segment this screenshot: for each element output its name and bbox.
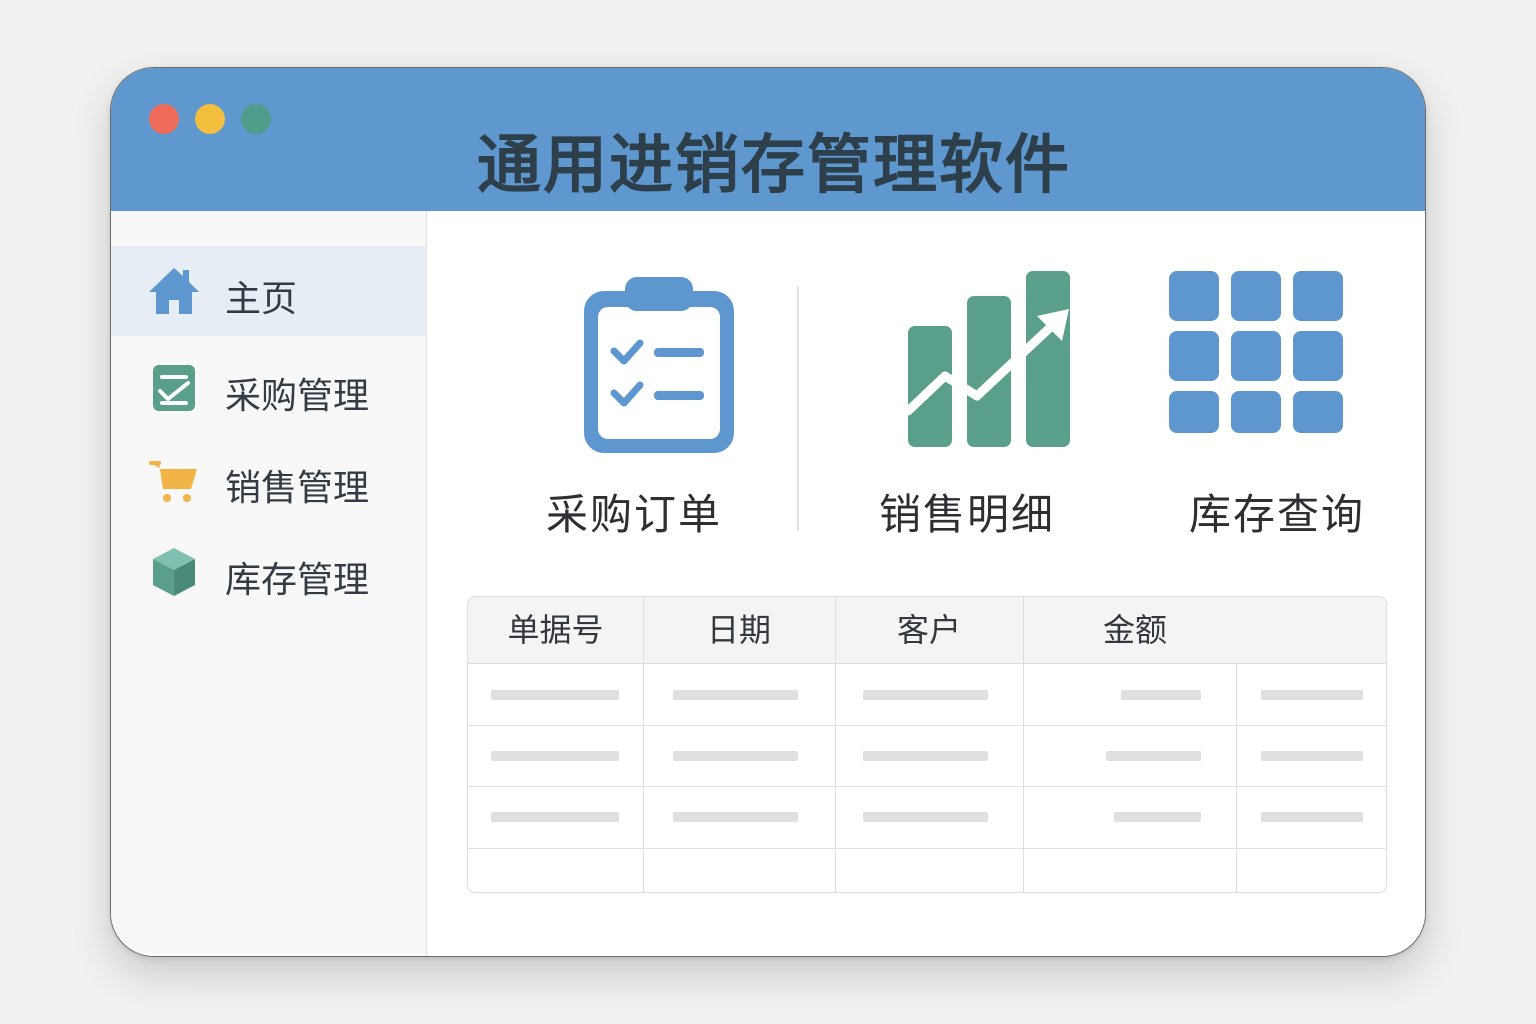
orders-table: 单据号 日期 客户 金额 (467, 596, 1387, 893)
sidebar: 主页 采购管理 销售管理 库存管理 (111, 211, 427, 956)
placeholder-bar (1106, 751, 1201, 761)
placeholder-bar (491, 812, 619, 822)
tile-label: 库存查询 (1188, 490, 1365, 539)
column-header[interactable]: 客户 (835, 597, 1023, 663)
sidebar-item-inventory[interactable]: 库存管理 (111, 527, 426, 617)
tile-inventory-query[interactable]: 库存查询 (1127, 271, 1425, 541)
sidebar-item-label: 销售管理 (225, 468, 370, 509)
column-header[interactable]: 单据号 (468, 597, 643, 663)
placeholder-bar (863, 690, 988, 700)
sidebar-item-home[interactable]: 主页 (111, 246, 426, 336)
placeholder-bar (1261, 751, 1363, 761)
placeholder-bar (863, 751, 988, 761)
app-title: 通用进销存管理软件 (477, 129, 1071, 203)
sidebar-item-sales[interactable]: 销售管理 (111, 435, 426, 525)
placeholder-bar (1121, 690, 1201, 700)
row-divider (468, 786, 1386, 787)
growth-chart-icon (903, 271, 1070, 447)
clipboard-checklist-icon (584, 277, 734, 453)
row-divider (468, 725, 1386, 726)
sidebar-item-purchase[interactable]: 采购管理 (111, 343, 426, 433)
tile-divider (797, 286, 799, 531)
tile-purchase-order[interactable]: 采购订单 (484, 271, 784, 541)
placeholder-bar (863, 812, 988, 822)
placeholder-bar (491, 690, 619, 700)
placeholder-bar (1114, 812, 1201, 822)
placeholder-bar (1261, 690, 1363, 700)
placeholder-bar (673, 690, 798, 700)
sidebar-item-label: 采购管理 (225, 376, 370, 417)
row-divider (468, 848, 1386, 849)
column-header[interactable]: 日期 (643, 597, 835, 663)
column-divider (1236, 663, 1237, 892)
title-bar: 通用进销存管理软件 (111, 68, 1425, 211)
sidebar-item-label: 主页 (225, 279, 298, 320)
home-icon (149, 268, 199, 314)
clipboard-check-icon (153, 365, 195, 411)
placeholder-bar (1261, 812, 1363, 822)
tile-sales-detail[interactable]: 销售明细 (817, 271, 1117, 541)
cart-icon (149, 461, 197, 502)
app-window: 通用进销存管理软件 主页 采购管理 销售管理 库存管理 采购订单 销售明细 库存… (110, 67, 1426, 957)
box-icon (153, 548, 195, 596)
sidebar-item-label: 库存管理 (225, 560, 370, 601)
tile-label: 采购订单 (545, 490, 722, 539)
tile-label: 销售明细 (878, 490, 1055, 539)
main-content: 采购订单 销售明细 库存查询 单据号 日期 客户 金额 (427, 211, 1425, 956)
grid-icon (1169, 271, 1343, 433)
placeholder-bar (491, 751, 619, 761)
column-header[interactable]: 金额 (1023, 597, 1247, 663)
placeholder-bar (673, 812, 798, 822)
table-header: 单据号 日期 客户 金额 (468, 597, 1386, 664)
placeholder-bar (673, 751, 798, 761)
